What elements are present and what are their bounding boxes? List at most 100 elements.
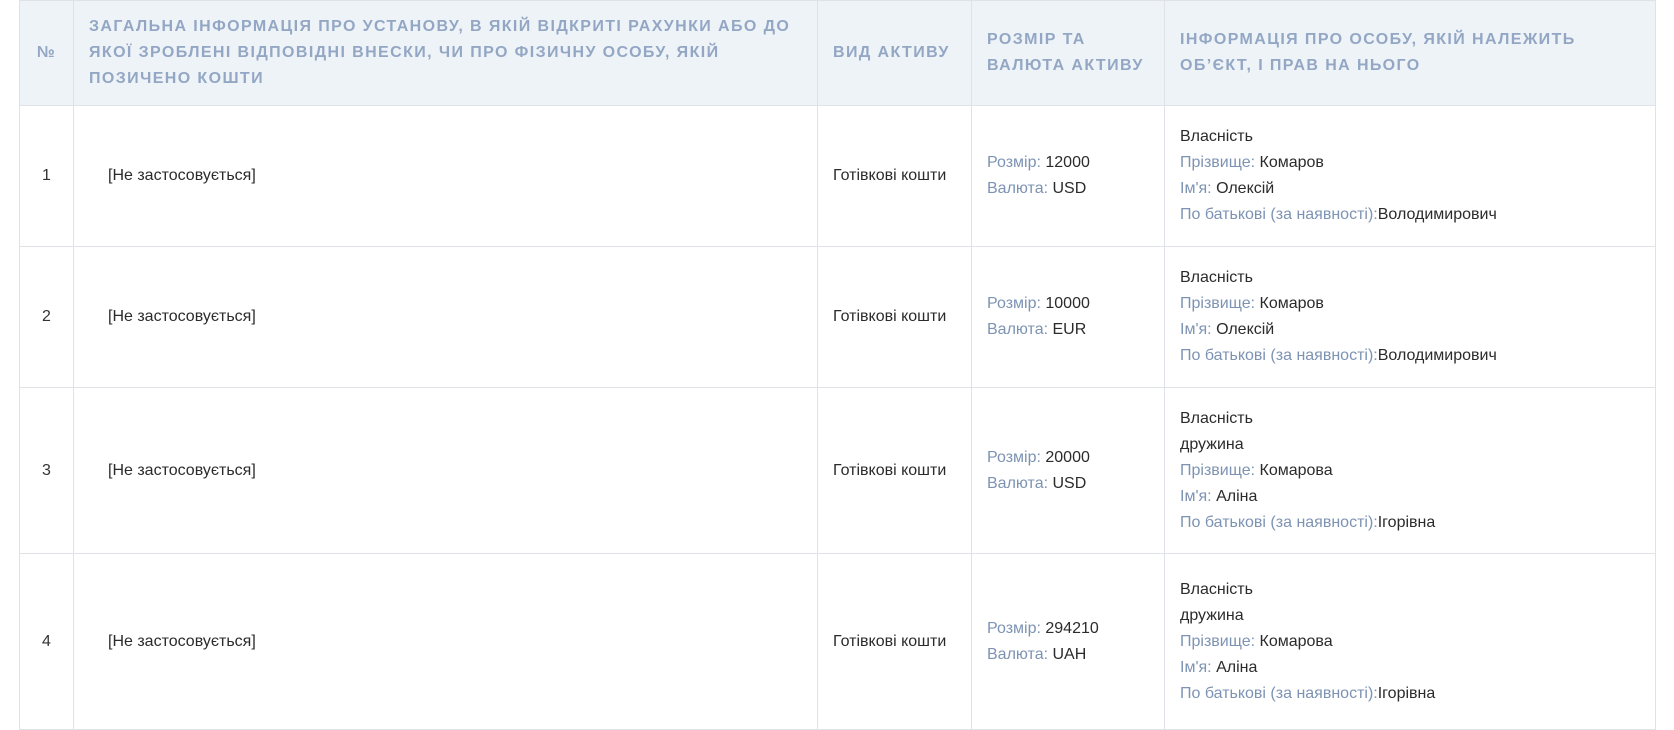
row-number: 3: [19, 387, 74, 554]
amount-currency-cell: Розмір: 294210 Валюта: UAH: [971, 553, 1165, 730]
surname-value: Комаров: [1259, 154, 1324, 171]
surname-line: Прізвище: Комаров: [1180, 291, 1640, 317]
table-row: 4 [Не застосовується] Готівкові кошти Розмі…: [19, 553, 1656, 730]
assets-table: № Загальна інформація про установу, в як…: [19, 0, 1656, 730]
currency-value: USD: [1052, 474, 1087, 492]
institution-cell: [Не застосовується]: [73, 246, 818, 388]
patronymic-value: Ігорівна: [1377, 684, 1436, 702]
surname-line: Прізвище: Комарова: [1180, 458, 1640, 484]
surname-value: Комарова: [1259, 461, 1333, 479]
owner-info-cell: Власність дружина Прізвище: Комарова Ім'я: …: [1164, 387, 1656, 554]
asset-type-cell: Готівкові кошти: [817, 246, 972, 388]
patronymic-line: По батькові (за наявності):Ігорівна: [1180, 510, 1640, 536]
patronymic-label: По батькові (за наявності):: [1180, 206, 1378, 223]
amount-value: 10000: [1045, 295, 1090, 312]
patronymic-value: Володимирович: [1377, 206, 1497, 223]
currency-value: UAH: [1052, 645, 1087, 663]
amount-label: Розмір:: [987, 154, 1041, 171]
header-amount-currency: Розмір та валюта активу: [971, 0, 1165, 106]
currency-value: EUR: [1052, 321, 1087, 338]
currency-line: Валюта: UAH: [987, 642, 1149, 668]
surname-value: Комаров: [1259, 295, 1324, 312]
header-owner-info: Інформація про особу, якій належить об’є…: [1164, 0, 1656, 106]
name-value: Аліна: [1216, 658, 1258, 676]
amount-line: Розмір: 294210: [987, 616, 1149, 642]
asset-type-cell: Готівкові кошти: [817, 387, 972, 554]
currency-line: Валюта: EUR: [987, 317, 1149, 343]
patronymic-label: По батькові (за наявності):: [1180, 684, 1378, 702]
name-value: Олексій: [1216, 321, 1275, 338]
header-institution: Загальна інформація про установу, в якій…: [73, 0, 818, 106]
ownership-right: Власність: [1180, 128, 1253, 145]
institution-cell: [Не застосовується]: [73, 553, 818, 730]
asset-type-cell: Готівкові кошти: [817, 553, 972, 730]
assets-table-container: № Загальна інформація про установу, в як…: [19, 0, 1656, 730]
amount-currency-cell: Розмір: 20000 Валюта: USD: [971, 387, 1165, 554]
amount-line: Розмір: 10000: [987, 291, 1149, 317]
asset-type-cell: Готівкові кошти: [817, 105, 972, 247]
owner-info-cell: Власність Прізвище: Комаров Ім'я: Олексій П…: [1164, 246, 1656, 388]
name-label: Ім'я:: [1180, 658, 1212, 676]
owner-info-cell: Власність Прізвище: Комаров Ім'я: Олексій П…: [1164, 105, 1656, 247]
surname-label: Прізвище:: [1180, 295, 1256, 312]
amount-label: Розмір:: [987, 619, 1041, 637]
surname-label: Прізвище:: [1180, 632, 1256, 650]
patronymic-line: По батькові (за наявності):Ігорівна: [1180, 681, 1640, 707]
name-line: Ім'я: Аліна: [1180, 484, 1640, 510]
name-label: Ім'я:: [1180, 321, 1212, 338]
patronymic-label: По батькові (за наявності):: [1180, 513, 1378, 531]
owner-relation: дружина: [1180, 435, 1244, 453]
table-row: 3 [Не застосовується] Готівкові кошти Розмі…: [19, 387, 1656, 554]
patronymic-value: Ігорівна: [1377, 513, 1436, 531]
header-asset-type: Вид активу: [817, 0, 972, 106]
amount-value: 294210: [1045, 619, 1099, 637]
name-value: Олексій: [1216, 180, 1275, 197]
name-label: Ім'я:: [1180, 487, 1212, 505]
currency-label: Валюта:: [987, 180, 1049, 197]
row-number: 4: [19, 553, 74, 730]
amount-line: Розмір: 12000: [987, 150, 1149, 176]
name-line: Ім'я: Аліна: [1180, 655, 1640, 681]
name-line: Ім'я: Олексій: [1180, 176, 1640, 202]
name-label: Ім'я:: [1180, 180, 1212, 197]
surname-line: Прізвище: Комарова: [1180, 629, 1640, 655]
ownership-right: Власність: [1180, 580, 1253, 598]
amount-currency-cell: Розмір: 12000 Валюта: USD: [971, 105, 1165, 247]
header-row: № Загальна інформація про установу, в як…: [19, 0, 1656, 106]
ownership-right: Власність: [1180, 409, 1253, 427]
currency-label: Валюта:: [987, 645, 1049, 663]
amount-value: 12000: [1045, 154, 1090, 171]
ownership-right: Власність: [1180, 269, 1253, 286]
currency-line: Валюта: USD: [987, 471, 1149, 497]
amount-currency-cell: Розмір: 10000 Валюта: EUR: [971, 246, 1165, 388]
amount-label: Розмір:: [987, 295, 1041, 312]
table-row: 2 [Не застосовується] Готівкові кошти Розмі…: [19, 246, 1656, 388]
surname-value: Комарова: [1259, 632, 1333, 650]
table-body: 1 [Не застосовується] Готівкові кошти Розмі…: [19, 105, 1656, 730]
row-number: 1: [19, 105, 74, 247]
surname-label: Прізвище:: [1180, 154, 1256, 171]
currency-label: Валюта:: [987, 474, 1049, 492]
surname-label: Прізвище:: [1180, 461, 1256, 479]
institution-cell: [Не застосовується]: [73, 105, 818, 247]
row-number: 2: [19, 246, 74, 388]
patronymic-line: По батькові (за наявності):Володимирович: [1180, 202, 1640, 228]
currency-value: USD: [1052, 180, 1087, 197]
patronymic-label: По батькові (за наявності):: [1180, 347, 1378, 364]
name-line: Ім'я: Олексій: [1180, 317, 1640, 343]
patronymic-line: По батькові (за наявності):Володимирович: [1180, 343, 1640, 369]
table-row: 1 [Не застосовується] Готівкові кошти Розмі…: [19, 105, 1656, 247]
currency-label: Валюта:: [987, 321, 1049, 338]
owner-info-cell: Власність дружина Прізвище: Комарова Ім'я: …: [1164, 553, 1656, 730]
amount-label: Розмір:: [987, 448, 1041, 466]
table-header: № Загальна інформація про установу, в як…: [19, 0, 1656, 106]
patronymic-value: Володимирович: [1377, 347, 1497, 364]
amount-value: 20000: [1045, 448, 1090, 466]
name-value: Аліна: [1216, 487, 1258, 505]
currency-line: Валюта: USD: [987, 176, 1149, 202]
header-num: №: [19, 0, 74, 106]
institution-cell: [Не застосовується]: [73, 387, 818, 554]
surname-line: Прізвище: Комаров: [1180, 150, 1640, 176]
amount-line: Розмір: 20000: [987, 445, 1149, 471]
owner-relation: дружина: [1180, 606, 1244, 624]
